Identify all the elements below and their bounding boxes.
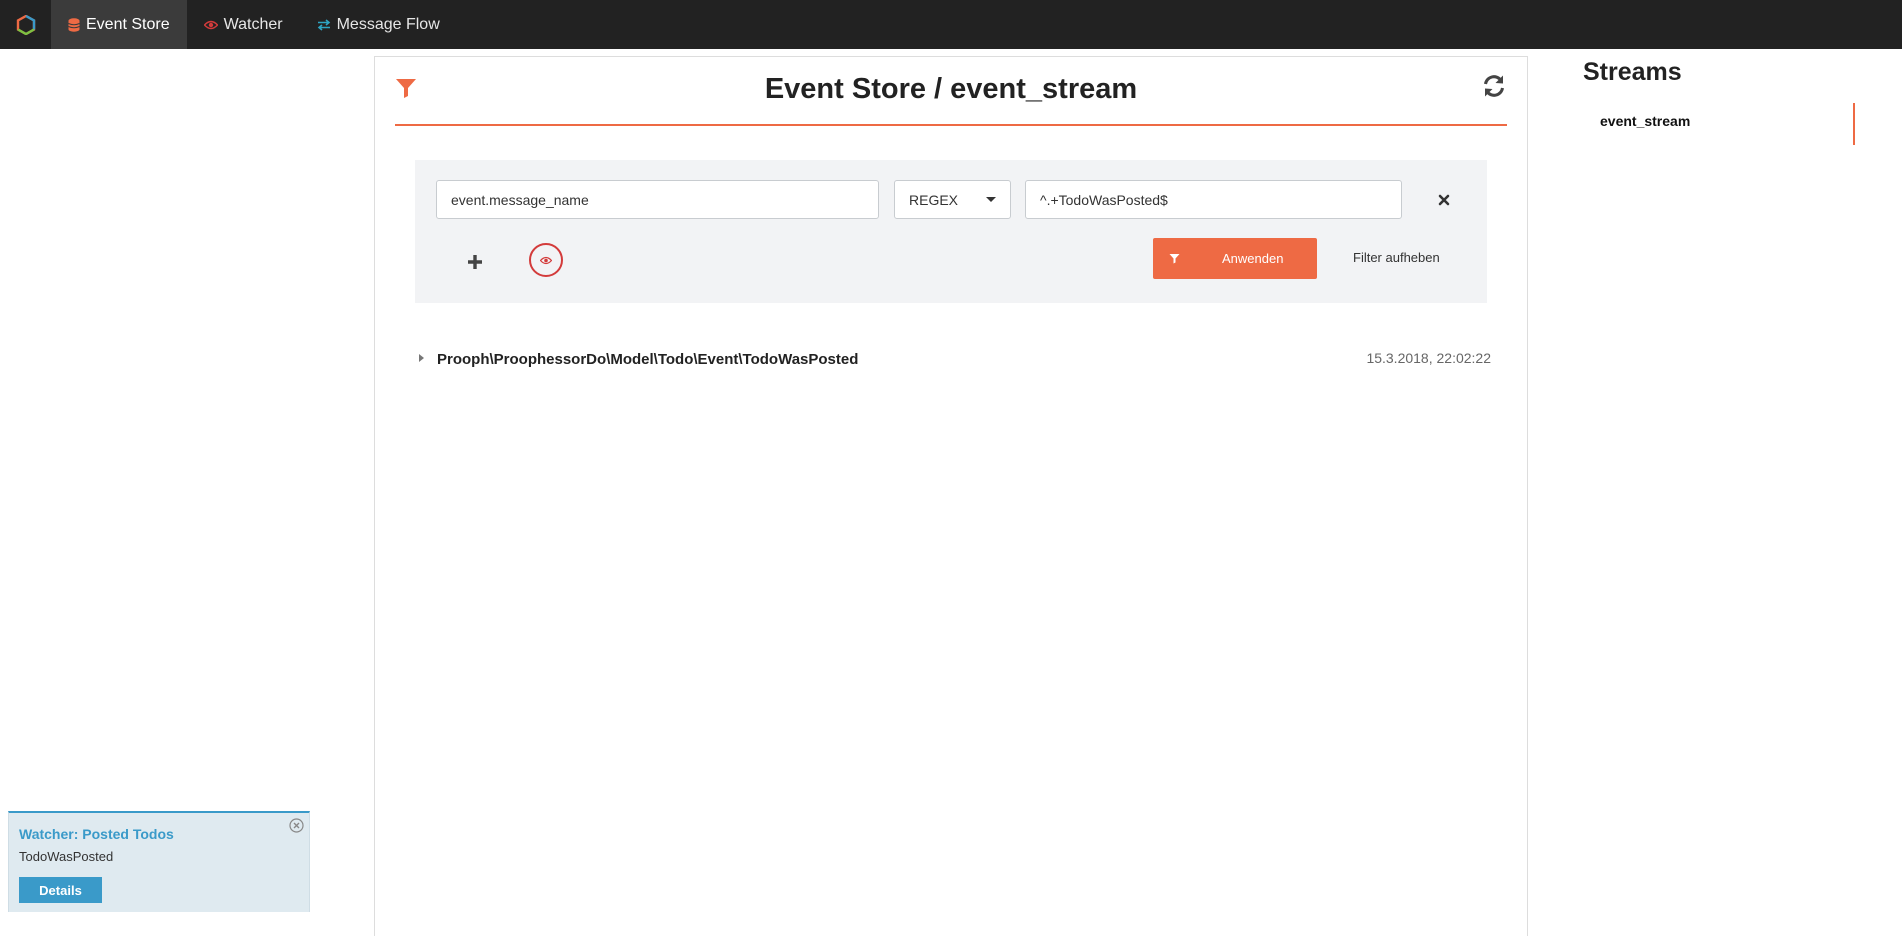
database-icon (68, 17, 80, 32)
nav-message-flow[interactable]: Message Flow (300, 0, 457, 49)
create-watcher-button[interactable] (529, 243, 563, 277)
close-circle-icon (289, 818, 304, 833)
filter-value-input[interactable]: ^.+TodoWasPosted$ (1025, 180, 1402, 219)
close-icon (1438, 194, 1450, 206)
apply-label: Anwenden (1222, 251, 1284, 266)
apply-filter-button[interactable]: Anwenden (1153, 238, 1317, 279)
page-title: Event Store / event_stream (764, 73, 1138, 105)
panel-header: Event Store / event_stream (395, 57, 1507, 126)
event-name: Prooph\ProophessorDo\Model\Todo\Event\To… (437, 351, 859, 368)
expand-arrow-icon[interactable] (419, 354, 424, 362)
eye-icon (540, 256, 552, 264)
nav-label: Message Flow (336, 15, 440, 33)
notification-details-button[interactable]: Details (19, 877, 102, 903)
stream-label: event_stream (1600, 113, 1691, 129)
notification-close-button[interactable] (289, 818, 304, 833)
watcher-notification: Watcher: Posted Todos TodoWasPosted Deta… (8, 811, 310, 912)
remove-filter-button[interactable] (1436, 192, 1452, 208)
add-filter-button[interactable] (465, 252, 485, 272)
notification-body: TodoWasPosted (19, 849, 114, 864)
clear-filter-button[interactable]: Filter aufheben (1353, 250, 1440, 265)
eye-icon (203, 20, 218, 30)
logo-icon (16, 14, 35, 35)
event-row[interactable]: Prooph\ProophessorDo\Model\Todo\Event\To… (415, 347, 1491, 371)
streams-heading: Streams (1583, 58, 1682, 86)
nav-watcher[interactable]: Watcher (187, 0, 300, 49)
plus-icon (468, 255, 482, 269)
filter-box: event.message_name REGEX ^.+TodoWasPoste… (415, 160, 1487, 303)
refresh-button[interactable] (1481, 73, 1507, 99)
filter-icon (1169, 253, 1180, 264)
filter-operator-select[interactable]: REGEX (894, 180, 1011, 219)
main-panel: Event Store / event_stream event.message… (374, 56, 1528, 936)
stream-item-event-stream[interactable]: event_stream (1583, 103, 1855, 145)
exchange-icon (317, 18, 331, 31)
caret-down-icon (986, 197, 996, 202)
nav-label: Event Store (86, 15, 170, 33)
nav-event-store[interactable]: Event Store (51, 0, 187, 49)
filter-field-input[interactable]: event.message_name (436, 180, 879, 219)
top-navbar: Event Store Watcher Message Flow (0, 0, 1902, 49)
refresh-icon (1484, 75, 1504, 97)
operator-value: REGEX (909, 191, 959, 208)
notification-title: Watcher: Posted Todos (19, 826, 174, 842)
nav-label: Watcher (223, 15, 283, 33)
app-logo[interactable] (0, 0, 51, 49)
event-timestamp: 15.3.2018, 22:02:22 (1366, 350, 1491, 366)
